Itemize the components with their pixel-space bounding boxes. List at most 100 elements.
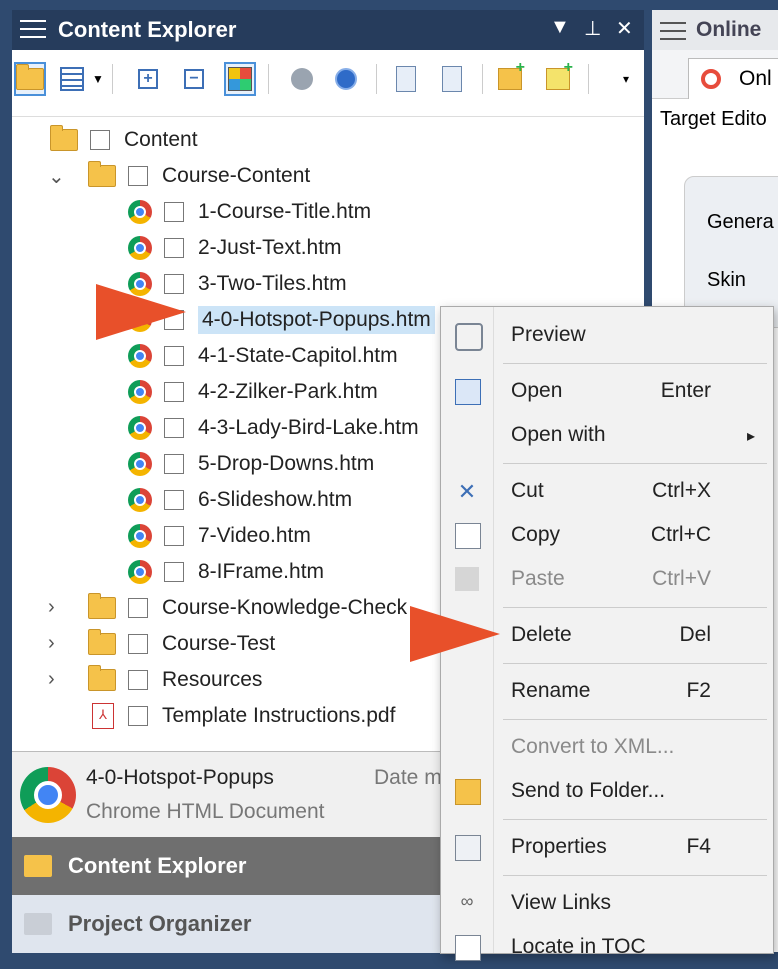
tree-item-file[interactable]: 1-Course-Title.htm xyxy=(128,195,371,229)
close-icon[interactable]: ✕ xyxy=(616,16,633,41)
checkbox[interactable] xyxy=(164,346,184,366)
checkbox[interactable] xyxy=(164,238,184,258)
chevron-right-icon[interactable]: › xyxy=(48,596,55,619)
tree-item-pdf[interactable]: ⅄ Template Instructions.pdf xyxy=(92,699,395,733)
hamburger-menu-icon[interactable] xyxy=(660,22,686,42)
tree-item-file[interactable]: 7-Video.htm xyxy=(128,519,311,553)
checkbox[interactable] xyxy=(164,202,184,222)
checkbox[interactable] xyxy=(164,526,184,546)
chrome-icon xyxy=(128,416,152,440)
organizer-icon xyxy=(24,913,52,935)
menu-item-locate-in-toc[interactable]: Locate in TOC xyxy=(441,925,773,969)
menu-item-convert-to-xml[interactable]: Convert to XML... xyxy=(441,725,773,769)
target-editor-label: Target Edito xyxy=(660,108,767,130)
properties-icon xyxy=(442,66,462,92)
date-modified-label: Date m xyxy=(374,766,442,789)
pin-icon[interactable]: ⊥ xyxy=(584,16,601,41)
hamburger-menu-icon[interactable] xyxy=(20,20,46,40)
folder-open-icon xyxy=(88,161,116,187)
copy-icon xyxy=(455,523,481,549)
tree-item-file[interactable]: 8-IFrame.htm xyxy=(128,555,324,589)
tree-item-file[interactable]: 4-1-State-Capitol.htm xyxy=(128,339,398,373)
tab-online[interactable]: Onl xyxy=(688,58,778,99)
tree-item-folder[interactable]: Course-Test xyxy=(88,627,275,661)
menu-item-preview[interactable]: Preview xyxy=(441,313,773,357)
checkbox[interactable] xyxy=(164,454,184,474)
menu-item-open-with[interactable]: Open with ▸ xyxy=(441,413,773,457)
panel-title: Content Explorer xyxy=(58,17,237,42)
target-icon xyxy=(701,69,721,89)
chrome-large-icon xyxy=(20,767,76,823)
tree-item-file[interactable]: 5-Drop-Downs.htm xyxy=(128,447,374,481)
toc-icon xyxy=(455,935,481,961)
skin-tab[interactable]: Skin xyxy=(707,269,746,292)
properties-button[interactable] xyxy=(436,62,468,96)
new-file-button[interactable] xyxy=(542,59,574,96)
expand-icon: + xyxy=(138,69,158,89)
tree-item-file[interactable]: 4-3-Lady-Bird-Lake.htm xyxy=(128,411,419,445)
refresh-icon xyxy=(335,68,357,90)
gray-arrow-icon xyxy=(291,68,313,90)
color-grid-button[interactable] xyxy=(224,62,256,96)
menu-item-open[interactable]: Open Enter xyxy=(441,369,773,413)
chrome-icon xyxy=(128,452,152,476)
tree-item-content[interactable]: Content xyxy=(50,123,198,157)
checkbox[interactable] xyxy=(164,418,184,438)
menu-item-rename[interactable]: Rename F2 xyxy=(441,669,773,713)
expand-all-button[interactable]: + xyxy=(132,62,164,96)
refresh-button[interactable] xyxy=(330,62,362,96)
new-folder-button[interactable] xyxy=(494,59,526,96)
online-title-bar: Online xyxy=(652,10,778,50)
checkbox[interactable] xyxy=(164,382,184,402)
tree-item-file[interactable]: 6-Slideshow.htm xyxy=(128,483,352,517)
collapse-all-button[interactable]: − xyxy=(178,62,210,96)
online-title: Online xyxy=(696,18,762,41)
tree-item-folder[interactable]: Resources xyxy=(88,663,262,697)
general-tab[interactable]: Genera xyxy=(707,211,774,234)
checkbox[interactable] xyxy=(128,670,148,690)
chrome-icon xyxy=(128,380,152,404)
menu-item-copy[interactable]: Copy Ctrl+C xyxy=(441,513,773,557)
panel-title-bar: Content Explorer ▼ ⊥ ✕ xyxy=(12,10,644,50)
selected-file-type: Chrome HTML Document xyxy=(86,800,325,823)
menu-item-view-links[interactable]: ∞ View Links xyxy=(441,881,773,925)
checkbox[interactable] xyxy=(128,706,148,726)
callout-arrow xyxy=(410,606,500,662)
callout-arrow xyxy=(96,284,186,340)
chrome-icon xyxy=(128,200,152,224)
checkbox[interactable] xyxy=(128,166,148,186)
checkbox[interactable] xyxy=(164,562,184,582)
toolbar-overflow-icon[interactable]: ▾ xyxy=(616,62,636,96)
chevron-down-icon[interactable]: ⌄ xyxy=(48,164,65,189)
chevron-right-icon[interactable]: › xyxy=(48,668,55,691)
folder-icon xyxy=(88,593,116,619)
tree-item-course-content[interactable]: Course-Content xyxy=(88,159,310,193)
checkbox[interactable] xyxy=(164,490,184,510)
new-folder-icon xyxy=(498,59,525,90)
chrome-icon xyxy=(128,344,152,368)
view-dropdown-icon[interactable]: ▼ xyxy=(90,62,106,96)
chrome-icon xyxy=(128,560,152,584)
menu-item-paste[interactable]: Paste Ctrl+V xyxy=(441,557,773,601)
menu-item-properties[interactable]: Properties F4 xyxy=(441,825,773,869)
folder-open-icon xyxy=(50,125,78,151)
folder-icon xyxy=(88,629,116,655)
dropdown-arrow-icon[interactable]: ▼ xyxy=(550,16,570,39)
tree-item-file[interactable]: 2-Just-Text.htm xyxy=(128,231,342,265)
selected-file-name: 4-0-Hotspot-Popups xyxy=(86,766,274,789)
folder-icon xyxy=(16,64,44,90)
menu-item-cut[interactable]: ✕ Cut Ctrl+X xyxy=(441,469,773,513)
open-folder-button[interactable] xyxy=(14,62,46,96)
online-tabs: Onl xyxy=(652,50,778,99)
checkbox[interactable] xyxy=(128,598,148,618)
checkbox[interactable] xyxy=(90,130,110,150)
checkbox[interactable] xyxy=(128,634,148,654)
open-file-button[interactable] xyxy=(390,62,422,96)
tree-item-folder[interactable]: Course-Knowledge-Check xyxy=(88,591,407,625)
chevron-right-icon[interactable]: › xyxy=(48,632,55,655)
view-table-button[interactable] xyxy=(56,62,88,96)
chrome-icon xyxy=(128,524,152,548)
tree-item-file[interactable]: 4-2-Zilker-Park.htm xyxy=(128,375,378,409)
menu-item-send-to-folder[interactable]: Send to Folder... xyxy=(441,769,773,813)
disabled-action-button[interactable] xyxy=(286,62,318,96)
